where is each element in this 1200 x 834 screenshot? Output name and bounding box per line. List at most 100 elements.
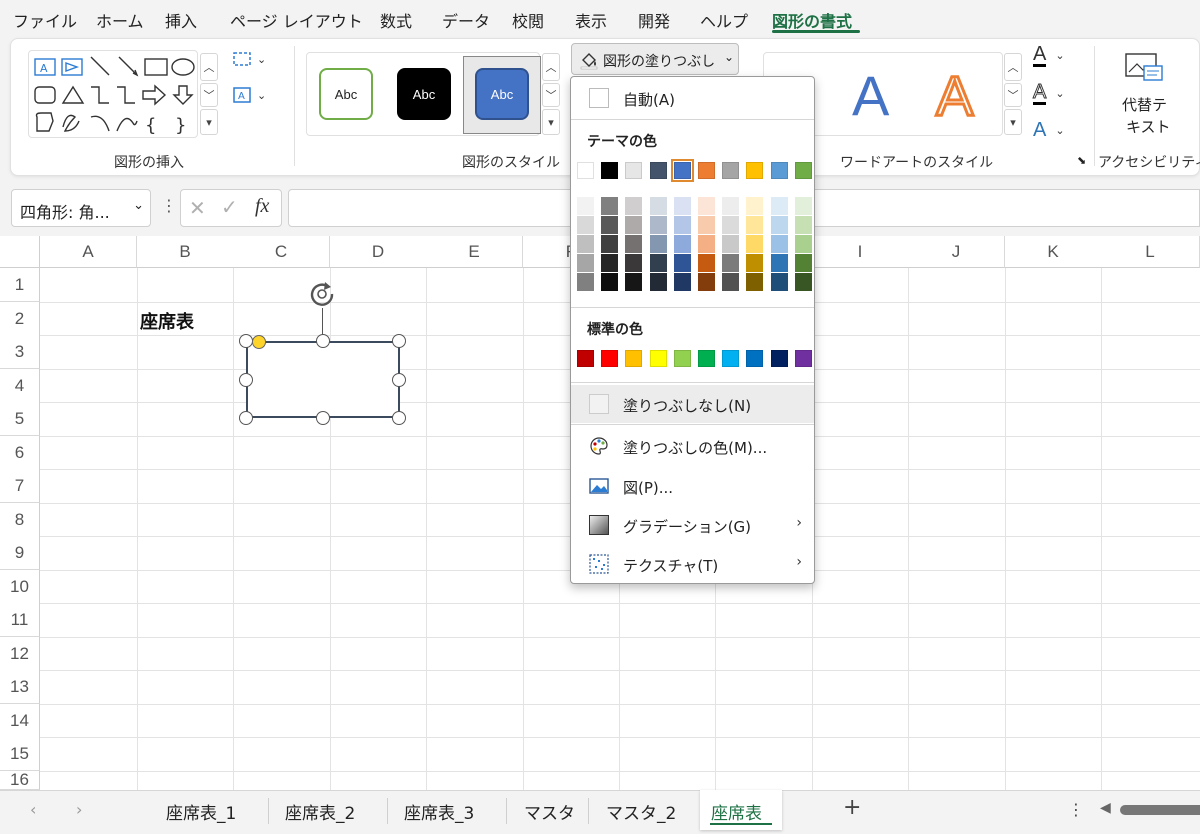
scroll-left-icon[interactable]: ◀ [1100, 800, 1111, 816]
theme-color-swatch[interactable] [795, 162, 812, 179]
picture-fill-item[interactable]: 図(P)... [571, 467, 814, 505]
theme-tint-swatch[interactable] [771, 235, 788, 253]
cell-b2[interactable]: 座席表 [140, 308, 194, 334]
insert-function-icon[interactable]: fx [255, 195, 269, 218]
resize-handle-sw[interactable] [239, 411, 253, 425]
theme-tint-swatch[interactable] [746, 216, 763, 234]
row-header[interactable]: 11 [0, 603, 40, 637]
theme-tint-swatch[interactable] [625, 273, 642, 291]
scroll-tabs-left-icon[interactable]: ‹ [30, 800, 36, 819]
theme-tint-swatch[interactable] [650, 197, 667, 215]
theme-tint-swatch[interactable] [650, 273, 667, 291]
shapes-gallery[interactable]: A { } [28, 50, 198, 138]
text-fill-button[interactable]: A ⌄ [1033, 44, 1065, 67]
theme-tint-swatch[interactable] [795, 254, 812, 272]
resize-handle-nw[interactable] [239, 334, 253, 348]
row-header[interactable]: 4 [0, 369, 40, 403]
standard-color-swatch[interactable] [722, 350, 739, 367]
row-header[interactable]: 12 [0, 637, 40, 671]
wordart-gallery-more[interactable]: ▾ [1004, 109, 1022, 135]
sheet-tab[interactable]: 座席表_3 [404, 799, 474, 824]
theme-tint-swatch[interactable] [746, 273, 763, 291]
tab-insert[interactable]: 挿入 [165, 8, 197, 32]
style-tile-1[interactable]: Abc [319, 68, 373, 120]
scroll-tabs-right-icon[interactable]: › [76, 800, 82, 819]
tab-formulas[interactable]: 数式 [380, 8, 412, 32]
column-header[interactable]: B [137, 236, 234, 268]
row-header[interactable]: 8 [0, 503, 40, 537]
standard-color-swatch[interactable] [625, 350, 642, 367]
gallery-more[interactable]: ▾ [200, 109, 218, 135]
theme-tint-swatch[interactable] [625, 235, 642, 253]
row-header[interactable]: 6 [0, 436, 40, 470]
theme-tint-swatch[interactable] [674, 273, 691, 291]
column-header[interactable]: E [426, 236, 523, 268]
texture-item[interactable]: テクスチャ(T) › [571, 545, 814, 583]
more-options-icon[interactable]: ⋮ [1068, 800, 1084, 819]
row-header[interactable]: 1 [0, 268, 40, 302]
theme-tint-swatch[interactable] [795, 216, 812, 234]
tab-data[interactable]: データ [442, 8, 490, 32]
theme-tint-swatch[interactable] [674, 197, 691, 215]
gallery-scroll-down[interactable]: ﹀ [200, 83, 218, 107]
theme-tint-swatch[interactable] [698, 197, 715, 215]
theme-color-swatch[interactable] [771, 162, 788, 179]
theme-tint-swatch[interactable] [577, 197, 594, 215]
dialog-launcher-icon[interactable]: ⬊ [1077, 154, 1086, 167]
theme-tint-swatch[interactable] [722, 254, 739, 272]
theme-tint-swatch[interactable] [674, 216, 691, 234]
more-options-icon[interactable]: ⋮ [161, 196, 177, 215]
no-fill-item[interactable]: 塗りつぶしなし(N) [571, 385, 814, 423]
sheet-tab[interactable]: 座席表_1 [166, 799, 236, 824]
edit-shape-button[interactable]: ⌄ [230, 50, 266, 68]
style-gallery-up[interactable]: ︿ [542, 53, 560, 81]
row-header[interactable]: 10 [0, 570, 40, 604]
theme-color-swatch[interactable] [722, 162, 739, 179]
theme-tint-swatch[interactable] [601, 197, 618, 215]
theme-tint-swatch[interactable] [577, 235, 594, 253]
theme-tint-swatch[interactable] [601, 254, 618, 272]
cancel-icon[interactable]: ✕ [189, 196, 206, 220]
chevron-down-icon[interactable]: ⌄ [133, 198, 144, 213]
theme-tint-swatch[interactable] [650, 254, 667, 272]
theme-tint-swatch[interactable] [698, 254, 715, 272]
theme-color-swatch[interactable] [625, 162, 642, 179]
theme-tint-swatch[interactable] [601, 273, 618, 291]
more-fill-colors-item[interactable]: 塗りつぶしの色(M)... [571, 427, 814, 465]
wordart-gallery-up[interactable]: ︿ [1004, 53, 1022, 81]
horizontal-scrollbar[interactable] [1120, 805, 1200, 815]
wordart-blue[interactable]: A [852, 63, 889, 128]
row-header[interactable]: 15 [0, 737, 40, 771]
standard-color-swatch[interactable] [795, 350, 812, 367]
theme-color-swatch[interactable] [671, 159, 694, 182]
add-sheet-icon[interactable]: + [843, 795, 861, 820]
sheet-tab[interactable]: マスタ_2 [606, 799, 676, 824]
theme-tint-swatch[interactable] [577, 216, 594, 234]
column-header[interactable]: L [1101, 236, 1200, 268]
column-header[interactable]: I [812, 236, 909, 268]
tab-view[interactable]: 表示 [575, 8, 607, 32]
text-box-button[interactable]: A ⌄ [230, 86, 266, 104]
row-header[interactable]: 5 [0, 402, 40, 436]
resize-handle-s[interactable] [316, 411, 330, 425]
theme-tint-swatch[interactable] [722, 197, 739, 215]
resize-handle-n[interactable] [316, 334, 330, 348]
tab-review[interactable]: 校閲 [512, 8, 544, 32]
sheet-tab-active[interactable]: 座席表 [711, 799, 762, 824]
theme-tint-swatch[interactable] [746, 235, 763, 253]
row-header[interactable]: 9 [0, 536, 40, 570]
gradient-item[interactable]: グラデーション(G) › [571, 506, 814, 544]
theme-tint-swatch[interactable] [746, 197, 763, 215]
theme-color-swatch[interactable] [650, 162, 667, 179]
alt-text-button[interactable]: 代替テ キスト [1110, 48, 1180, 138]
row-header[interactable]: 16 [0, 770, 40, 790]
wordart-orange[interactable]: A [934, 63, 974, 129]
theme-color-swatch[interactable] [698, 162, 715, 179]
sheet-tab[interactable]: マスタ [524, 799, 575, 824]
gallery-scroll-up[interactable]: ︿ [200, 53, 218, 81]
theme-tint-swatch[interactable] [601, 235, 618, 253]
tab-help[interactable]: ヘルプ [700, 8, 748, 32]
select-all-corner[interactable] [0, 236, 40, 268]
theme-tint-swatch[interactable] [674, 254, 691, 272]
tab-developer[interactable]: 開発 [638, 8, 670, 32]
